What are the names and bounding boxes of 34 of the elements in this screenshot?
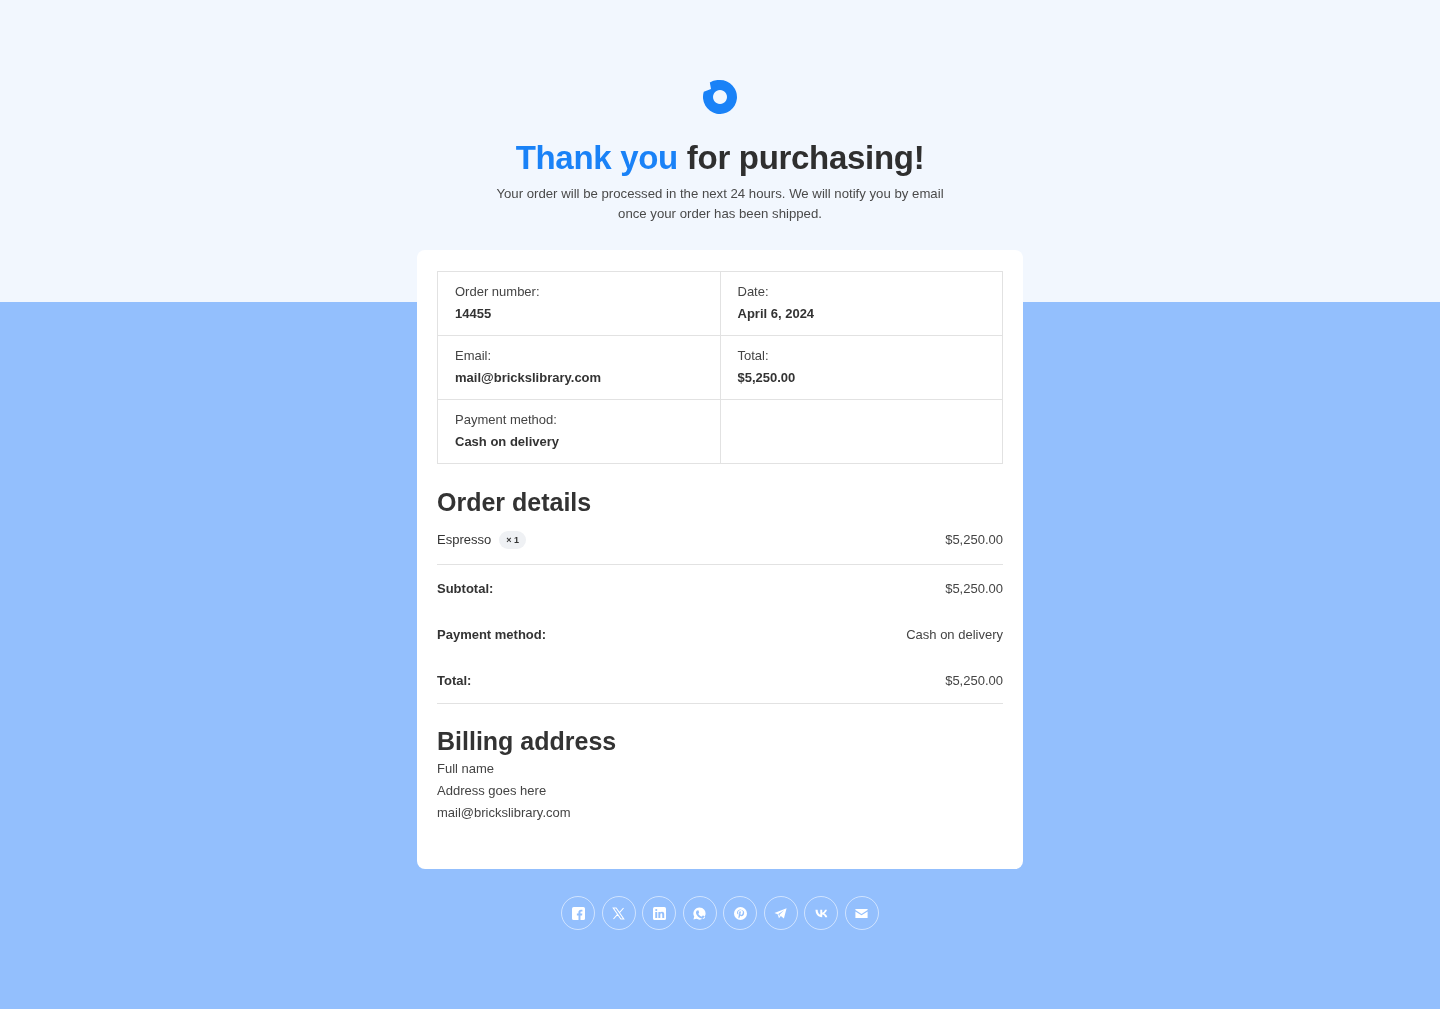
page-title: Thank you for purchasing! <box>515 138 925 178</box>
field-label: Email: <box>455 347 493 365</box>
facebook-icon <box>571 906 585 920</box>
product-name: Espresso <box>437 531 492 549</box>
whatsapp-icon <box>693 906 707 920</box>
pinterest-icon <box>733 906 747 920</box>
address-line: Address goes here <box>437 782 548 800</box>
field-label: Total: <box>737 347 770 365</box>
field-label: Date: <box>737 283 770 301</box>
total-label: Payment method: <box>437 626 547 642</box>
total-value: Cash on delivery <box>906 626 1003 642</box>
field-value: mail@brickslibrary.com <box>455 369 603 387</box>
field-value: Cash on delivery <box>455 433 561 451</box>
address-line: mail@brickslibrary.com <box>437 804 572 822</box>
product-price: $5,250.00 <box>945 531 1003 549</box>
field-label: Order number: <box>455 283 541 301</box>
total-label: Total: <box>437 672 472 688</box>
field-value: $5,250.00 <box>737 369 797 387</box>
section-heading: Order details <box>437 487 593 518</box>
paper-plane-icon <box>774 906 788 920</box>
section-heading: Billing address <box>437 726 618 757</box>
field-value: 14455 <box>455 305 493 323</box>
total-label: Subtotal: <box>437 580 494 596</box>
confirmation-message: Your order will be processed in the next 24 hours. We will notify you by email once your order has been shipped. <box>495 185 945 223</box>
x-logo-icon <box>612 906 626 920</box>
envelope-icon <box>855 906 869 920</box>
address-line: Full name <box>437 760 496 778</box>
total-value: $5,250.00 <box>945 580 1003 596</box>
field-label: Payment method: <box>455 411 558 429</box>
logo-icon <box>703 80 737 114</box>
linkedin-icon <box>652 906 666 920</box>
total-value: $5,250.00 <box>945 672 1003 688</box>
quantity-badge: × 1 <box>499 531 526 549</box>
field-value: April 6, 2024 <box>737 305 816 323</box>
